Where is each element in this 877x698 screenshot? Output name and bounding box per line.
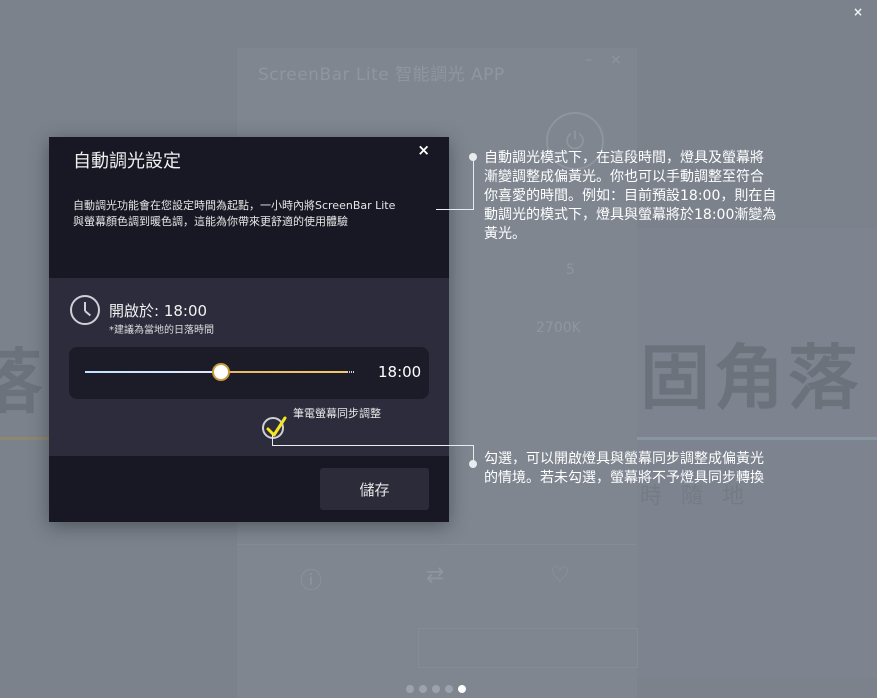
checkmark-icon <box>266 416 287 437</box>
save-button[interactable]: 儲存 <box>320 468 429 510</box>
pagination-dot-2[interactable] <box>419 685 427 693</box>
start-time-label: 開啟於: 18:00 <box>109 302 208 320</box>
annotation-bottom-line-1: 勾選，可以開啟燈具與螢幕同步調整成偏黃光 <box>484 451 764 467</box>
dialog-title: 自動調光設定 <box>73 150 181 172</box>
annotation-top-line-4: 動調光的模式下，燈具與螢幕將於18:00漸變為 <box>484 207 777 223</box>
dialog-description: 自動調光功能會在您設定時間為起點，一小時內將ScreenBar Lite 與螢幕… <box>49 182 449 278</box>
pagination-dots <box>406 685 466 693</box>
sync-screen-label: 筆電螢幕同步調整 <box>293 407 381 420</box>
background-app-title: ScreenBar Lite 智能調光 APP <box>258 65 505 85</box>
annotation-top-line-1: 自動調光模式下，在這段時間，燈具及螢幕將 <box>484 150 764 166</box>
background-divider-left <box>0 437 50 440</box>
dialog-header: 自動調光設定 × <box>49 137 449 182</box>
background-divider-right <box>637 437 877 440</box>
background-heart-icon: ♡ <box>550 563 570 588</box>
sync-screen-checkbox[interactable] <box>262 416 287 439</box>
background-info-icon: ⓘ <box>300 569 323 594</box>
annotation-top-connector-h <box>436 209 473 210</box>
annotation-top-text: 自動調光模式下，在這段時間，燈具及螢幕將 漸變調整成偏黃光。你也可以手動調整至符… <box>484 149 776 244</box>
time-slider-value: 18:00 <box>378 363 422 381</box>
background-big-text: 固角落 <box>640 337 862 419</box>
annotation-bottom-connector-v1 <box>272 435 273 445</box>
description-line-1: 自動調光功能會在您設定時間為起點，一小時內將ScreenBar Lite <box>73 199 396 212</box>
background-minimize-icon: – <box>585 52 592 68</box>
close-icon[interactable]: × <box>853 5 863 19</box>
clock-icon <box>70 295 100 325</box>
pagination-dot-4[interactable] <box>445 685 453 693</box>
pagination-dot-3[interactable] <box>432 685 440 693</box>
annotation-top-line-2: 漸變調整成偏黃光。你也可以手動調整至符合 <box>484 169 764 185</box>
pagination-dot-1[interactable] <box>406 685 414 693</box>
background-panel-box <box>418 628 638 668</box>
annotation-bottom-line-2: 的情境。若未勾選，螢幕將不予燈具同步轉換 <box>484 470 764 486</box>
time-slider-thumb[interactable] <box>212 363 231 381</box>
annotation-bottom-dot <box>469 460 477 468</box>
annotation-bottom-text: 勾選，可以開啟燈具與螢幕同步調整成偏黃光 的情境。若未勾選，螢幕將不予燈具同步轉… <box>484 450 764 488</box>
start-time-hint: *建議為當地的日落時間 <box>109 325 214 336</box>
dialog-footer: 儲存 <box>49 456 449 522</box>
pagination-dot-5[interactable] <box>458 685 466 693</box>
background-brightness-value: 5 <box>566 262 575 278</box>
annotation-top-dot <box>469 153 477 161</box>
background-color-temp: 2700K <box>536 320 581 336</box>
background-close-icon: × <box>610 52 622 68</box>
dialog-body: 開啟於: 18:00 *建議為當地的日落時間 18:00 筆電螢幕同步調整 <box>49 278 449 456</box>
background-sync-icon: ⇄ <box>426 563 445 588</box>
annotation-top-line-3: 你喜愛的時間。例如：目前預設18:00，則在自 <box>484 188 777 204</box>
time-slider-container: 18:00 <box>69 347 429 399</box>
annotation-top-line-5: 黃光。 <box>484 226 526 242</box>
time-slider-track-end <box>347 371 355 373</box>
annotation-top-connector-v <box>473 157 474 210</box>
annotation-bottom-connector-h <box>272 445 473 446</box>
auto-dimming-dialog: 自動調光設定 × 自動調光功能會在您設定時間為起點，一小時內將ScreenBar… <box>49 137 449 522</box>
description-line-2: 與螢幕顏色調到暖色調，這能為你帶來更舒適的使用體驗 <box>73 215 348 228</box>
dialog-close-icon[interactable]: × <box>417 141 430 159</box>
background-big-text-left: 落 <box>0 341 42 423</box>
